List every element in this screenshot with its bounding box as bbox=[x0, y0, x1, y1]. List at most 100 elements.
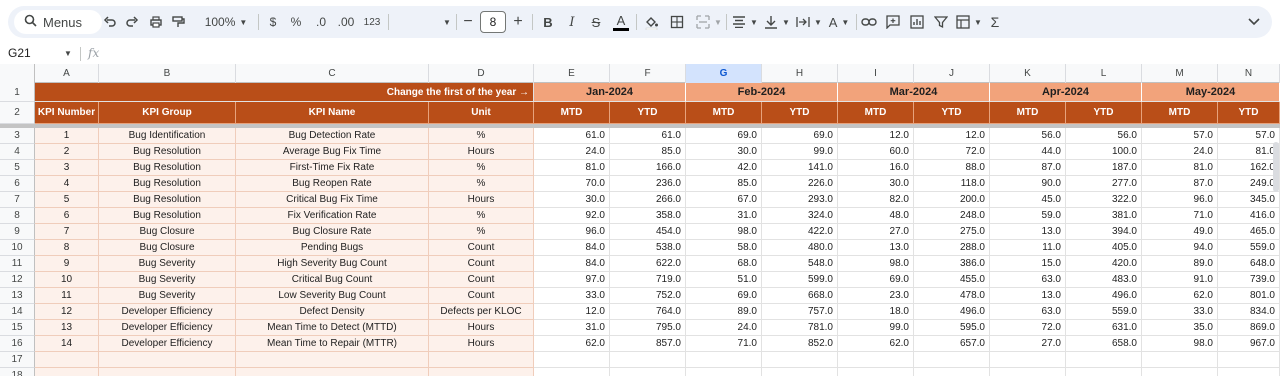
kpi-info-cell[interactable]: 2 bbox=[35, 144, 99, 160]
kpi-info-cell[interactable]: Bug Resolution bbox=[99, 208, 236, 224]
value-cell[interactable]: 13.0 bbox=[838, 240, 914, 256]
value-cell[interactable]: 405.0 bbox=[1066, 240, 1142, 256]
value-cell[interactable]: 538.0 bbox=[610, 240, 686, 256]
kpi-info-cell[interactable]: Bug Severity bbox=[99, 256, 236, 272]
value-cell[interactable]: 595.0 bbox=[914, 320, 990, 336]
value-cell[interactable]: 166.0 bbox=[610, 160, 686, 176]
value-cell[interactable]: 96.0 bbox=[1142, 192, 1218, 208]
value-cell[interactable] bbox=[1218, 368, 1280, 376]
value-cell[interactable]: 455.0 bbox=[914, 272, 990, 288]
column-header-l[interactable]: L bbox=[1066, 64, 1142, 83]
kpi-info-cell[interactable]: 14 bbox=[35, 336, 99, 352]
undo-icon[interactable] bbox=[100, 6, 120, 38]
row-header[interactable]: 5 bbox=[0, 160, 35, 176]
value-cell[interactable]: 345.0 bbox=[1218, 192, 1280, 208]
kpi-info-cell[interactable]: 8 bbox=[35, 240, 99, 256]
value-cell[interactable] bbox=[1142, 368, 1218, 376]
kpi-info-cell[interactable]: Mean Time to Repair (MTTR) bbox=[236, 336, 429, 352]
kpi-info-cell[interactable]: First-Time Fix Rate bbox=[236, 160, 429, 176]
value-cell[interactable]: 85.0 bbox=[610, 144, 686, 160]
value-cell[interactable]: 658.0 bbox=[1066, 336, 1142, 352]
value-cell[interactable] bbox=[534, 368, 610, 376]
percent-format-button[interactable]: % bbox=[286, 6, 306, 38]
kpi-info-cell[interactable] bbox=[236, 368, 429, 376]
kpi-info-cell[interactable]: 11 bbox=[35, 288, 99, 304]
value-cell[interactable]: 478.0 bbox=[914, 288, 990, 304]
kpi-info-cell[interactable]: Bug Resolution bbox=[99, 176, 236, 192]
kpi-info-cell[interactable]: Bug Detection Rate bbox=[236, 128, 429, 144]
value-cell[interactable]: 72.0 bbox=[990, 320, 1066, 336]
value-cell[interactable]: 27.0 bbox=[990, 336, 1066, 352]
value-cell[interactable]: 99.0 bbox=[762, 144, 838, 160]
value-cell[interactable]: 68.0 bbox=[686, 256, 762, 272]
value-cell[interactable]: 764.0 bbox=[610, 304, 686, 320]
value-cell[interactable]: 496.0 bbox=[914, 304, 990, 320]
borders-icon[interactable] bbox=[666, 6, 688, 38]
text-color-button[interactable]: A bbox=[610, 6, 632, 38]
value-cell[interactable]: 386.0 bbox=[914, 256, 990, 272]
kpi-info-cell[interactable]: High Severity Bug Count bbox=[236, 256, 429, 272]
kpi-info-cell[interactable]: Pending Bugs bbox=[236, 240, 429, 256]
kpi-info-cell[interactable]: Count bbox=[429, 240, 534, 256]
value-cell[interactable]: 72.0 bbox=[914, 144, 990, 160]
value-cell[interactable]: 98.0 bbox=[1142, 336, 1218, 352]
value-cell[interactable]: 97.0 bbox=[534, 272, 610, 288]
value-cell[interactable]: 200.0 bbox=[914, 192, 990, 208]
column-header-b[interactable]: B bbox=[99, 64, 236, 83]
value-cell[interactable]: 483.0 bbox=[1066, 272, 1142, 288]
value-cell[interactable]: 454.0 bbox=[610, 224, 686, 240]
value-cell[interactable]: 752.0 bbox=[610, 288, 686, 304]
value-cell[interactable]: 24.0 bbox=[686, 320, 762, 336]
font-size-input[interactable]: 8 bbox=[480, 11, 506, 33]
kpi-info-cell[interactable]: Hours bbox=[429, 192, 534, 208]
value-cell[interactable]: 81.0 bbox=[1142, 160, 1218, 176]
value-cell[interactable]: 99.0 bbox=[838, 320, 914, 336]
kpi-info-cell[interactable]: Defect Density bbox=[236, 304, 429, 320]
insert-comment-icon[interactable] bbox=[882, 6, 904, 38]
value-cell[interactable]: 275.0 bbox=[914, 224, 990, 240]
row-header[interactable]: 12 bbox=[0, 272, 35, 288]
value-cell[interactable]: 60.0 bbox=[838, 144, 914, 160]
name-box[interactable]: G21 bbox=[8, 46, 31, 60]
row-header[interactable]: 13 bbox=[0, 288, 35, 304]
insert-link-icon[interactable] bbox=[858, 6, 880, 38]
value-cell[interactable]: 13.0 bbox=[990, 224, 1066, 240]
value-cell[interactable] bbox=[838, 368, 914, 376]
value-cell[interactable]: 81.0 bbox=[534, 160, 610, 176]
value-cell[interactable]: 33.0 bbox=[534, 288, 610, 304]
value-cell[interactable] bbox=[838, 352, 914, 368]
kpi-info-cell[interactable]: 12 bbox=[35, 304, 99, 320]
kpi-info-cell[interactable]: Hours bbox=[429, 320, 534, 336]
value-cell[interactable]: 33.0 bbox=[1142, 304, 1218, 320]
value-cell[interactable] bbox=[990, 368, 1066, 376]
value-cell[interactable]: 18.0 bbox=[838, 304, 914, 320]
value-cell[interactable]: 87.0 bbox=[990, 160, 1066, 176]
value-cell[interactable]: 69.0 bbox=[838, 272, 914, 288]
value-cell[interactable]: 277.0 bbox=[1066, 176, 1142, 192]
value-cell[interactable]: 44.0 bbox=[990, 144, 1066, 160]
kpi-info-cell[interactable]: Critical Bug Count bbox=[236, 272, 429, 288]
value-cell[interactable]: 27.0 bbox=[838, 224, 914, 240]
column-header-e[interactable]: E bbox=[534, 64, 610, 83]
value-cell[interactable]: 31.0 bbox=[686, 208, 762, 224]
value-cell[interactable] bbox=[610, 368, 686, 376]
value-cell[interactable]: 757.0 bbox=[762, 304, 838, 320]
value-cell[interactable]: 81.0 bbox=[1218, 144, 1280, 160]
value-cell[interactable] bbox=[762, 352, 838, 368]
kpi-info-cell[interactable] bbox=[35, 368, 99, 376]
value-cell[interactable]: 668.0 bbox=[762, 288, 838, 304]
redo-icon[interactable] bbox=[122, 6, 142, 38]
value-cell[interactable]: 559.0 bbox=[1218, 240, 1280, 256]
kpi-info-cell[interactable]: Count bbox=[429, 288, 534, 304]
value-cell[interactable]: 599.0 bbox=[762, 272, 838, 288]
value-cell[interactable]: 63.0 bbox=[990, 272, 1066, 288]
filter-icon[interactable] bbox=[930, 6, 952, 38]
kpi-info-cell[interactable]: Bug Closure bbox=[99, 240, 236, 256]
font-family-select[interactable]: ▼ bbox=[392, 6, 452, 38]
filter-views-icon[interactable]: ▼ bbox=[954, 6, 984, 38]
value-cell[interactable]: 416.0 bbox=[1218, 208, 1280, 224]
row-header[interactable]: 14 bbox=[0, 304, 35, 320]
kpi-info-cell[interactable]: 3 bbox=[35, 160, 99, 176]
value-cell[interactable]: 16.0 bbox=[838, 160, 914, 176]
kpi-info-cell[interactable]: 6 bbox=[35, 208, 99, 224]
